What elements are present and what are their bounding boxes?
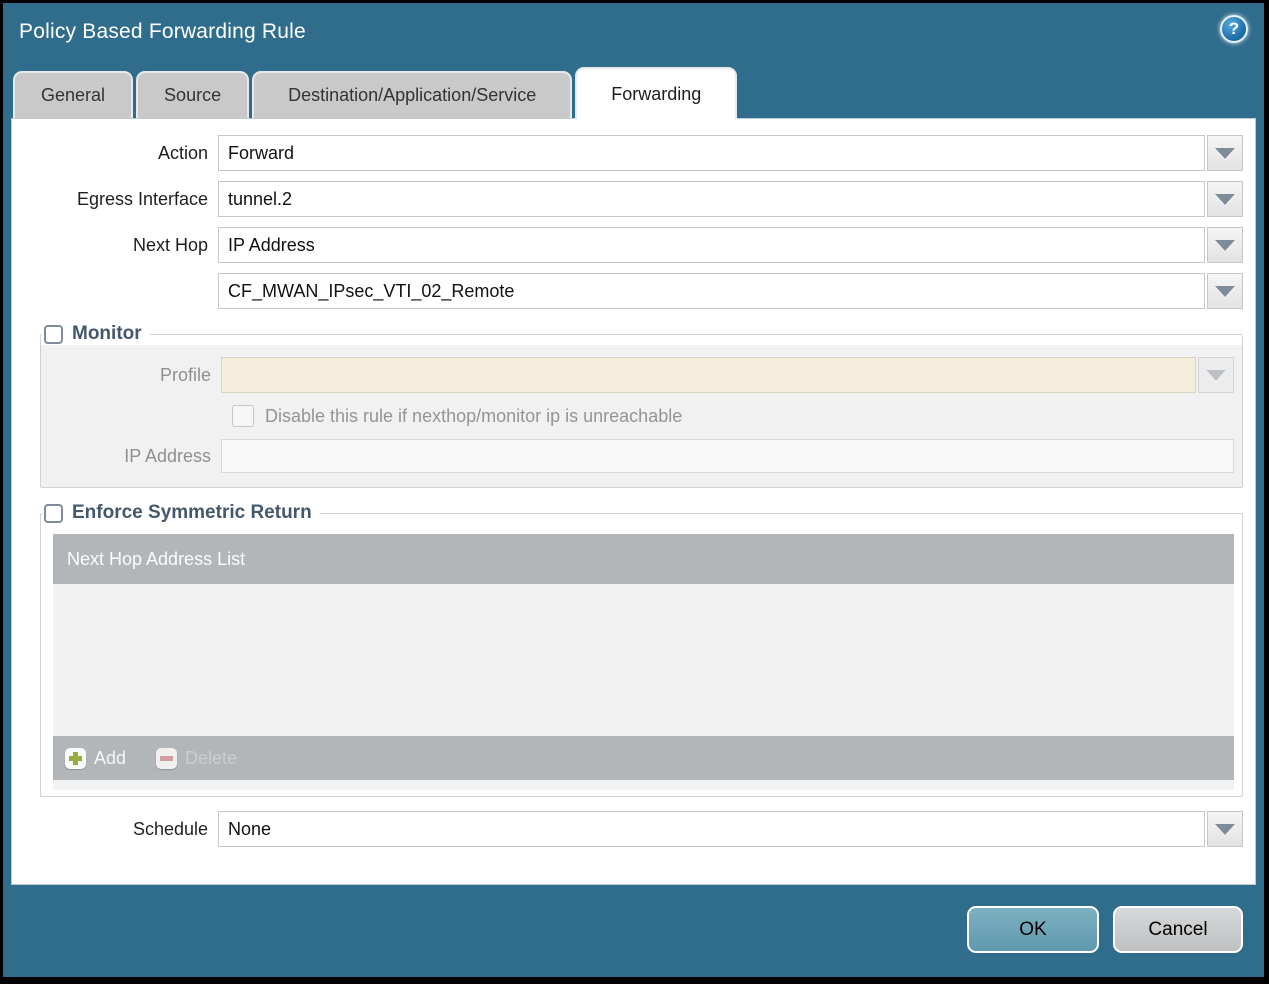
- next-hop-address-list-table: Next Hop Address List Add Delete: [53, 534, 1234, 790]
- next-hop-address-dropdown-button[interactable]: [1207, 273, 1243, 309]
- tab-bar: General Source Destination/Application/S…: [3, 65, 1264, 119]
- table-footer-toolbar: Add Delete: [53, 736, 1234, 780]
- egress-interface-select[interactable]: tunnel.2: [218, 181, 1205, 217]
- monitor-ip-label: IP Address: [124, 445, 211, 466]
- disable-rule-label: Disable this rule if nexthop/monitor ip …: [265, 405, 683, 426]
- egress-interface-label: Egress Interface: [76, 188, 208, 209]
- enforce-symmetric-return-section: Enforce Symmetric Return Next Hop Addres…: [40, 502, 1243, 797]
- minus-icon: [156, 747, 178, 769]
- help-icon[interactable]: ?: [1220, 15, 1248, 43]
- enforce-symmetric-return-title: Enforce Symmetric Return: [72, 502, 312, 523]
- monitor-legend: Monitor: [42, 323, 150, 345]
- chevron-down-icon: [1215, 193, 1235, 205]
- dialog-action-bar: OK Cancel: [3, 882, 1264, 977]
- screen-frame: Policy Based Forwarding Rule ? General S…: [0, 0, 1269, 984]
- next-hop-type-select[interactable]: IP Address: [218, 227, 1205, 263]
- schedule-dropdown-button[interactable]: [1207, 811, 1243, 847]
- dialog-title: Policy Based Forwarding Rule: [19, 20, 306, 43]
- chevron-down-icon: [1215, 147, 1235, 159]
- pbf-rule-dialog: Policy Based Forwarding Rule ? General S…: [3, 3, 1264, 977]
- tab-destination-application-service[interactable]: Destination/Application/Service: [252, 71, 573, 118]
- next-hop-address-row: CF_MWAN_IPsec_VTI_02_Remote: [12, 273, 1243, 309]
- action-label: Action: [157, 142, 208, 163]
- next-hop-address-list-header: Next Hop Address List: [53, 534, 1234, 584]
- schedule-label: Schedule: [132, 818, 208, 839]
- enforce-symmetric-return-checkbox[interactable]: [44, 503, 63, 523]
- cancel-button[interactable]: Cancel: [1113, 906, 1243, 953]
- disable-rule-row: Disable this rule if nexthop/monitor ip …: [232, 405, 1234, 427]
- profile-label: Profile: [159, 364, 211, 385]
- profile-row: Profile: [41, 357, 1234, 393]
- tab-forwarding[interactable]: Forwarding: [575, 67, 738, 119]
- delete-button: Delete: [156, 747, 238, 769]
- profile-select: [221, 357, 1196, 393]
- enforce-symmetric-return-legend: Enforce Symmetric Return: [42, 502, 320, 524]
- delete-button-label: Delete: [185, 747, 238, 768]
- chevron-down-icon: [1206, 369, 1226, 381]
- next-hop-address-list-body[interactable]: [53, 584, 1234, 736]
- chevron-down-icon: [1215, 239, 1235, 251]
- forwarding-tab-panel: Action Forward Egress Interface tunnel.2…: [11, 118, 1256, 885]
- schedule-row: Schedule None: [12, 811, 1243, 847]
- disable-rule-checkbox: [232, 405, 254, 427]
- monitor-ip-input: [221, 439, 1234, 473]
- egress-interface-row: Egress Interface tunnel.2: [12, 181, 1243, 217]
- schedule-select[interactable]: None: [218, 811, 1205, 847]
- chevron-down-icon: [1215, 823, 1235, 835]
- chevron-down-icon: [1215, 285, 1235, 297]
- add-button-label: Add: [94, 747, 127, 768]
- action-select[interactable]: Forward: [218, 135, 1205, 171]
- action-dropdown-button[interactable]: [1207, 135, 1243, 171]
- table-bottom-strip: [53, 780, 1234, 790]
- plus-icon: [65, 747, 86, 769]
- add-button[interactable]: Add: [65, 747, 127, 769]
- monitor-fields: Profile Disable this rule if nexthop/mon…: [41, 345, 1242, 487]
- profile-dropdown-button: [1198, 357, 1234, 393]
- tab-source[interactable]: Source: [136, 71, 250, 118]
- ok-button[interactable]: OK: [967, 906, 1099, 953]
- tab-general[interactable]: General: [13, 71, 134, 118]
- title-bar: Policy Based Forwarding Rule ?: [3, 3, 1264, 65]
- monitor-section: Monitor Profile Disable this rule if nex…: [40, 323, 1243, 488]
- monitor-section-title: Monitor: [72, 323, 142, 344]
- monitor-checkbox[interactable]: [44, 324, 63, 344]
- next-hop-dropdown-button[interactable]: [1207, 227, 1243, 263]
- monitor-ip-row: IP Address: [41, 439, 1234, 473]
- next-hop-row: Next Hop IP Address: [12, 227, 1243, 263]
- action-row: Action Forward: [12, 135, 1243, 171]
- next-hop-label: Next Hop: [132, 234, 208, 255]
- next-hop-address-select[interactable]: CF_MWAN_IPsec_VTI_02_Remote: [218, 273, 1205, 309]
- egress-interface-dropdown-button[interactable]: [1207, 181, 1243, 217]
